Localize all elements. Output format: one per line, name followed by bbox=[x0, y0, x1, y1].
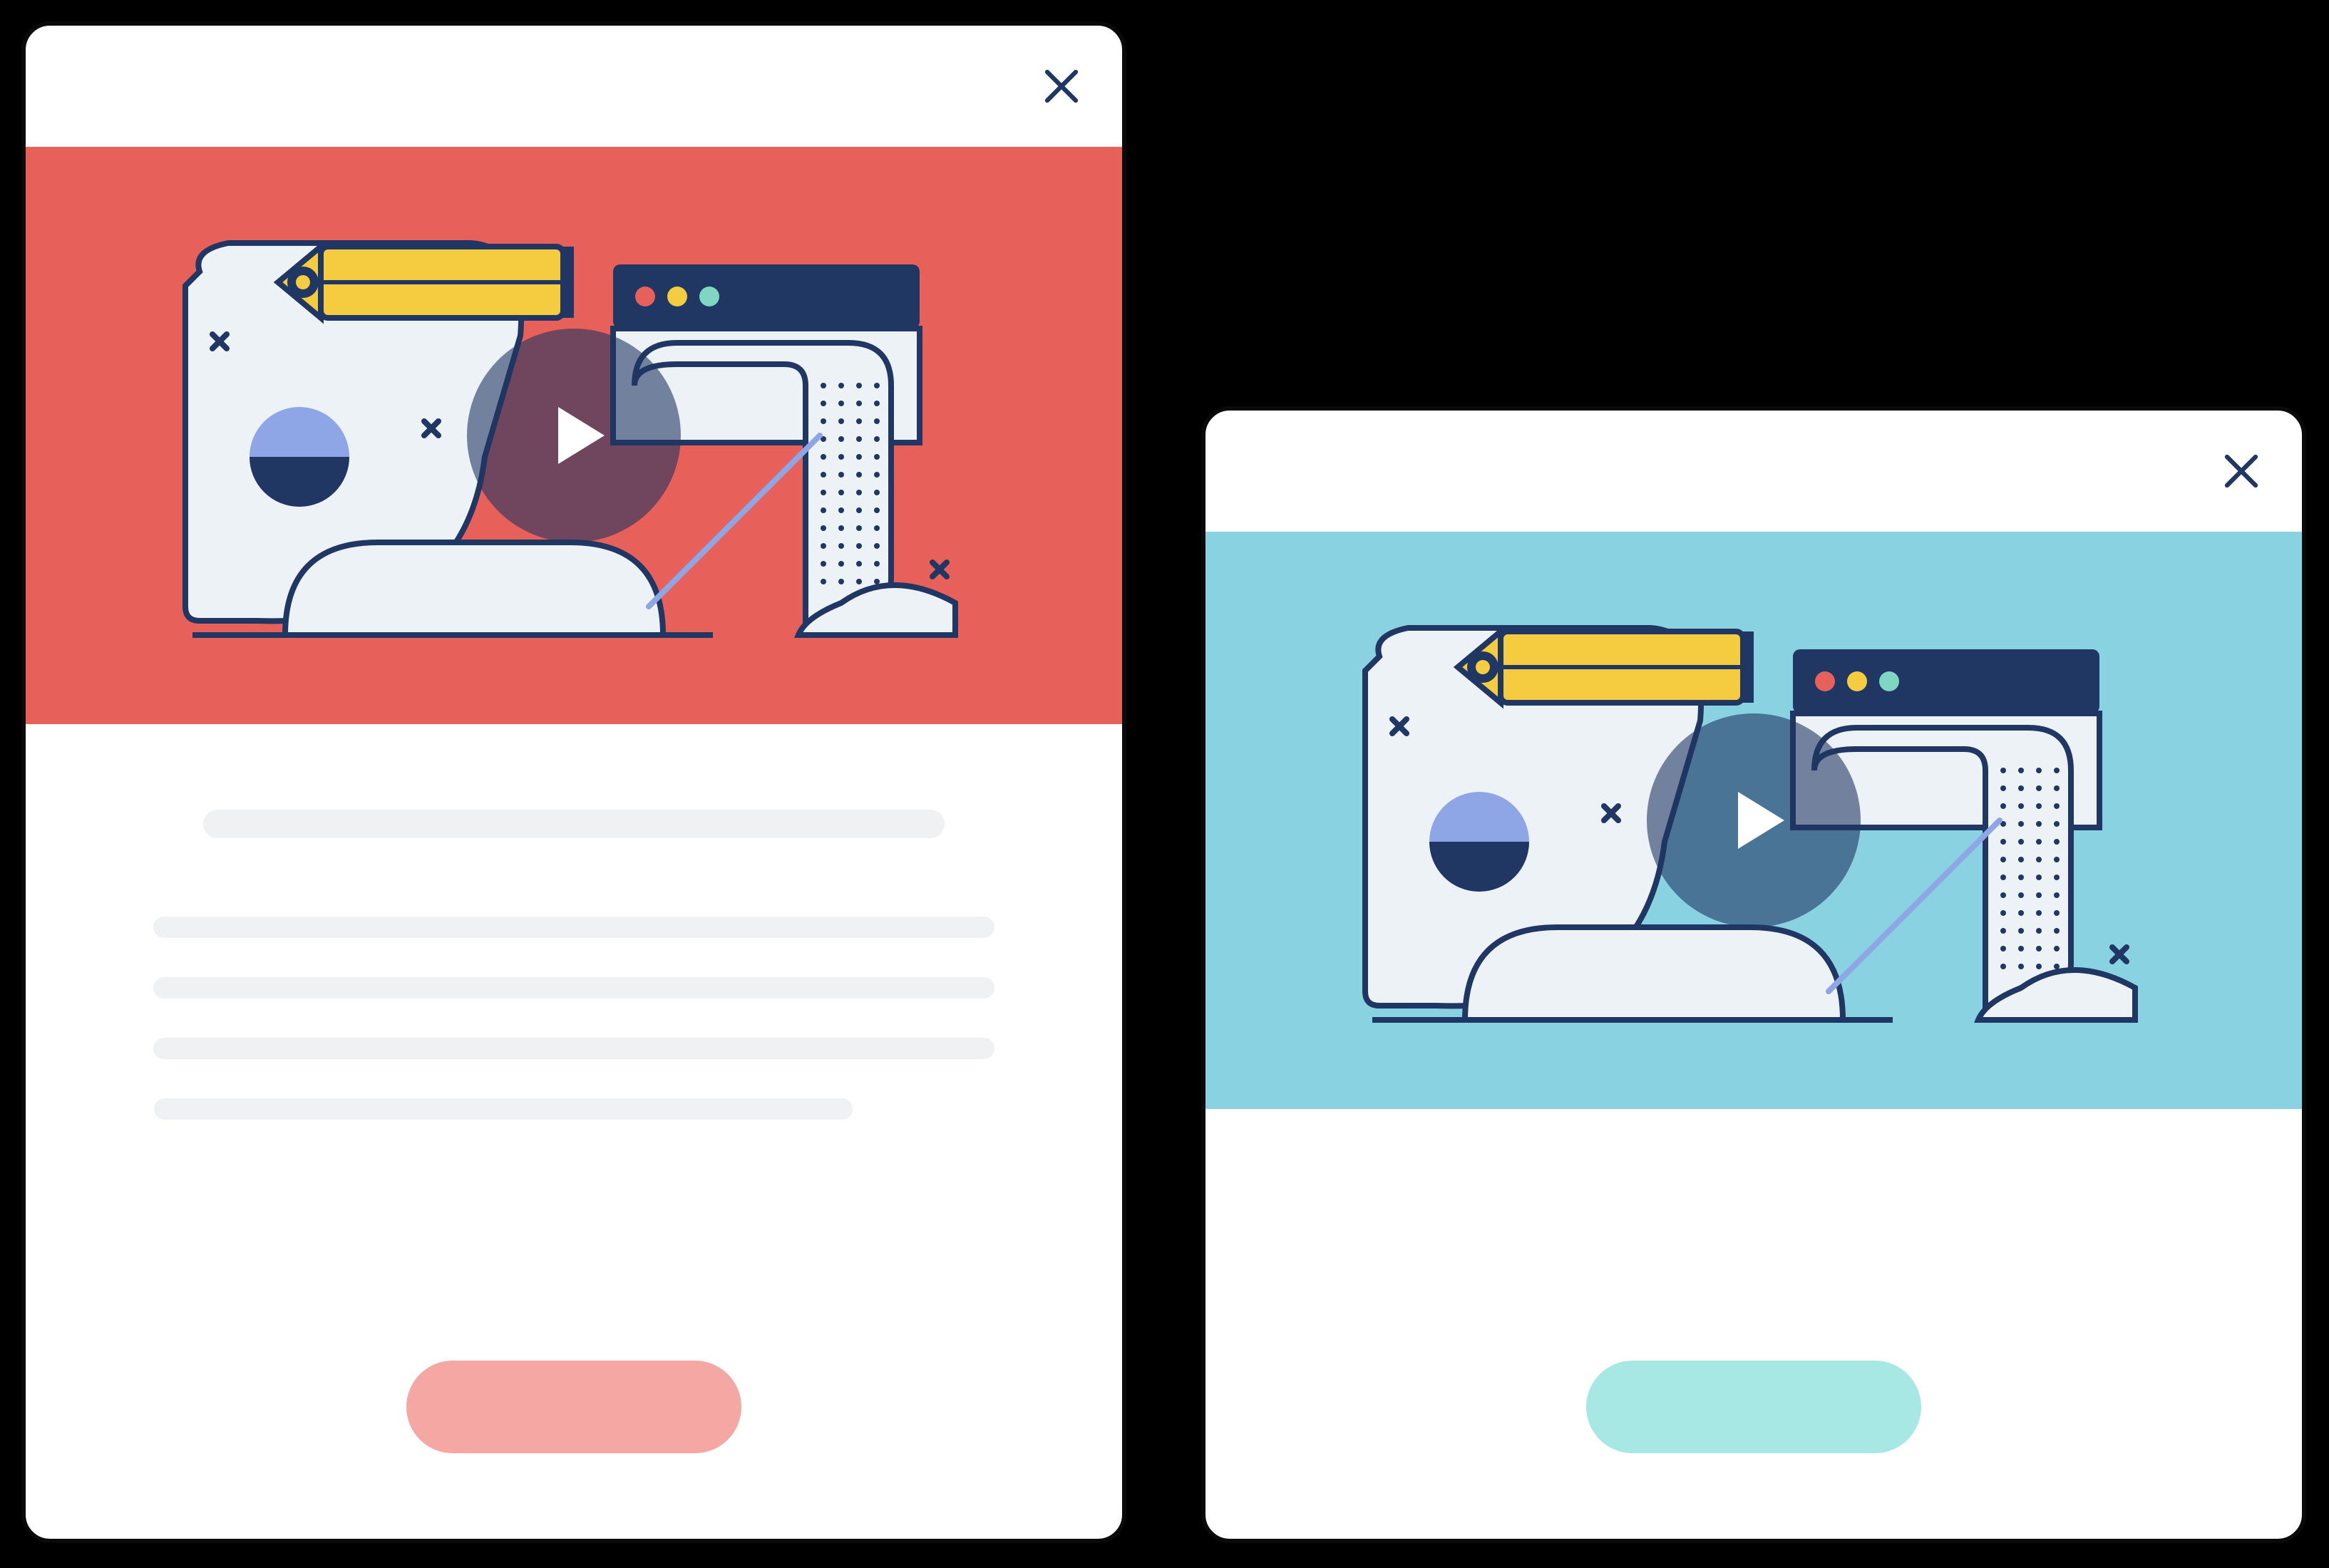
modal-content bbox=[26, 724, 1122, 1539]
cta-button[interactable] bbox=[1586, 1361, 1921, 1453]
modal-content bbox=[1205, 1109, 2302, 1539]
play-button[interactable] bbox=[467, 329, 681, 542]
hero-banner bbox=[26, 147, 1122, 724]
title-placeholder bbox=[203, 810, 945, 838]
close-icon bbox=[1040, 65, 1083, 108]
hero-illustration bbox=[171, 207, 977, 664]
play-icon bbox=[544, 400, 615, 471]
close-button[interactable] bbox=[2216, 446, 2266, 496]
play-icon bbox=[1724, 785, 1795, 856]
hero-banner bbox=[1205, 532, 2302, 1109]
body-placeholder-line bbox=[154, 1098, 853, 1120]
body-placeholder-line bbox=[153, 1038, 994, 1059]
modal-card-large bbox=[21, 21, 1126, 1543]
modal-header bbox=[26, 26, 1122, 147]
body-placeholder-line bbox=[153, 917, 994, 938]
modal-header bbox=[1205, 411, 2302, 532]
play-button[interactable] bbox=[1647, 713, 1861, 927]
hero-illustration bbox=[1351, 592, 2156, 1048]
modal-card-small bbox=[1201, 406, 2306, 1543]
close-button[interactable] bbox=[1037, 61, 1086, 111]
cta-button[interactable] bbox=[406, 1361, 741, 1453]
close-icon bbox=[2220, 450, 2263, 492]
body-placeholder-line bbox=[153, 977, 994, 999]
